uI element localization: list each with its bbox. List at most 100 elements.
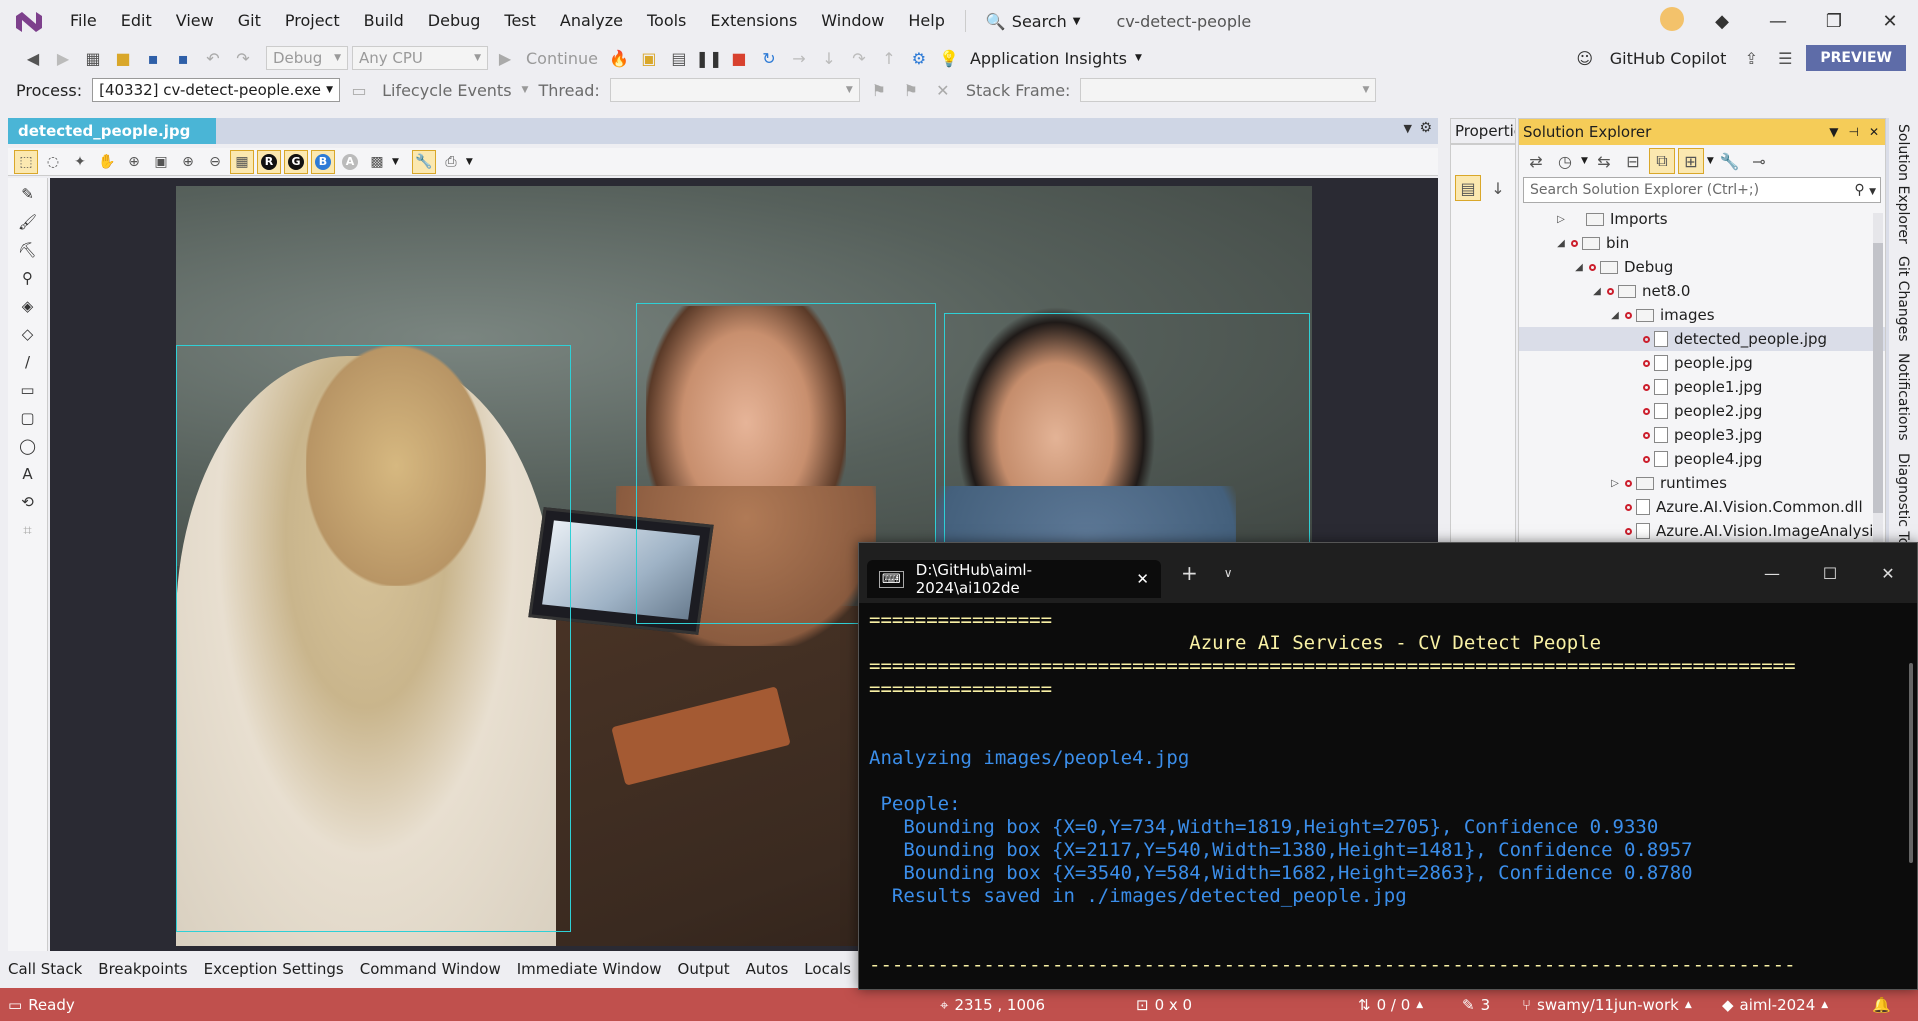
fill-icon[interactable]: ◈ [14,294,42,318]
tree-item[interactable]: people2.jpg [1519,399,1885,423]
expanded-arrow-icon[interactable]: ◢ [1555,238,1567,249]
collapsed-arrow-icon[interactable]: ▷ [1555,214,1567,225]
tab-call-stack[interactable]: Call Stack [0,960,90,978]
close-icon[interactable]: ✕ [1859,564,1917,583]
tree-item[interactable]: ◢ net8.0 [1519,279,1885,303]
terminal-output[interactable]: ================ Azure AI Services - CV … [859,603,1917,983]
back-icon[interactable]: ◀ [20,45,46,71]
close-icon[interactable]: ✕ [1862,11,1918,32]
folder-icon[interactable]: ▣ [636,45,662,71]
alpha-channel-icon[interactable]: A [338,150,362,174]
minimize-icon[interactable]: — [1743,564,1801,583]
airbrush-icon[interactable]: ⛏ [14,238,42,262]
preview-badge[interactable]: PREVIEW [1806,45,1906,71]
tab-detected-people-jpg[interactable]: detected_people.jpg [8,118,216,144]
terminal-window[interactable]: ⌨ D:\GitHub\aiml-2024\ai102de ✕ + ∨ — ☐ … [858,542,1918,990]
selection-icon[interactable]: ⬚ [14,149,38,174]
alphabetical-icon[interactable]: ↓ [1485,175,1511,201]
tab-breakpoints[interactable]: Breakpoints [90,960,195,978]
hot-reload-icon[interactable]: 🔥 [606,45,632,71]
tab-exception-settings[interactable]: Exception Settings [196,960,352,978]
forward-icon[interactable]: ▶ [50,45,76,71]
diamond-icon[interactable]: ◆ [1694,11,1750,32]
tab-locals[interactable]: Locals [796,960,859,978]
lifecycle-events-button[interactable]: Lifecycle Events [378,81,515,100]
tab-autos[interactable]: Autos [738,960,797,978]
menu-build[interactable]: Build [352,5,416,37]
tree-item[interactable]: people.jpg [1519,351,1885,375]
blue-channel-icon[interactable]: B [311,149,335,174]
line-icon[interactable]: / [14,350,42,374]
actual-size-icon[interactable]: ▣ [149,150,173,174]
zoom-in-icon[interactable]: ⊕ [176,150,200,174]
menu-tools[interactable]: Tools [635,5,698,37]
terminal-tab[interactable]: ⌨ D:\GitHub\aiml-2024\ai102de ✕ [867,560,1161,598]
restart-icon[interactable]: ↻ [756,45,782,71]
new-item-icon[interactable]: ▦ [80,45,106,71]
feedback-icon[interactable]: ☰ [1772,45,1798,71]
redo-icon[interactable]: ↷ [230,45,256,71]
settings-gear-icon[interactable]: ⚙ [1419,120,1432,136]
tree-item[interactable]: Azure.AI.Vision.ImageAnalysis [1519,519,1885,543]
step-back-icon[interactable]: ↷ [846,45,872,71]
save-icon[interactable]: ▪ [140,45,166,71]
step-into-icon[interactable]: ↓ [816,45,842,71]
show-all-files-icon[interactable]: ⧉ [1648,148,1675,174]
close-icon[interactable]: ✕ [1869,125,1879,139]
tab-dropdown-icon[interactable]: ∨ [1224,566,1233,580]
tree-item[interactable]: ◢ bin [1519,231,1885,255]
green-channel-icon[interactable]: G [284,149,308,174]
tab-output[interactable]: Output [670,960,738,978]
categorized-icon[interactable]: ▤ [1455,175,1481,201]
scrollbar[interactable] [1873,213,1883,543]
properties-wrench-icon[interactable]: 🔧 [411,149,436,174]
lasso-icon[interactable]: ◌ [41,150,65,174]
filter-icon[interactable]: ⊞ [1677,148,1704,174]
step-over-icon[interactable]: → [786,45,812,71]
expanded-arrow-icon[interactable]: ◢ [1591,286,1603,297]
expanded-arrow-icon[interactable]: ◢ [1609,310,1621,321]
branch-status[interactable]: ⑂ swamy/11jun-work ▲ [1522,996,1722,1014]
stack-frame-dropdown[interactable]: ▼ [1080,78,1377,102]
thread-dropdown[interactable]: ▼ [609,78,860,102]
collapsed-arrow-icon[interactable]: ▷ [1609,478,1621,489]
tree-item[interactable]: Azure.AI.Vision.Common.dll [1519,495,1885,519]
magic-wand-icon[interactable]: ✦ [68,150,92,174]
rotate-icon[interactable]: ⟲ [14,490,42,514]
new-tab-icon[interactable]: + [1181,561,1198,585]
stop-icon[interactable]: ■ [726,45,752,71]
red-channel-icon[interactable]: R [257,149,281,174]
continue-button[interactable]: Continue [522,49,602,68]
search-button[interactable]: 🔍 Search ▼ [974,12,1093,31]
rounded-rectangle-icon[interactable]: ▢ [14,406,42,430]
flag-icon[interactable]: ⚑ [866,77,892,103]
menu-debug[interactable]: Debug [416,5,493,37]
tree-item[interactable]: people3.jpg [1519,423,1885,447]
minimize-icon[interactable]: — [1750,11,1806,32]
platform-dropdown[interactable]: Any CPU ▼ [352,46,488,70]
restore-icon[interactable]: ❐ [1806,11,1862,32]
avatar[interactable] [1650,6,1694,36]
grid-icon[interactable]: ▦ [230,149,254,174]
crop-icon[interactable]: ⌗ [14,518,42,542]
flag-all-icon[interactable]: ⚑ [898,77,924,103]
text-icon[interactable]: A [14,462,42,486]
tab-list-dropdown-icon[interactable]: ▼ [1404,122,1412,135]
pending-edits-status[interactable]: ✎ 3 [1462,996,1522,1014]
tree-item[interactable]: ◢ images [1519,303,1885,327]
lightbulb-icon[interactable]: 💡 [936,45,962,71]
repo-status[interactable]: ◆ aiml-2024 ▲ [1722,996,1872,1014]
eraser-icon[interactable]: ◇ [14,322,42,346]
open-folder-icon[interactable]: ■ [110,45,136,71]
share-icon[interactable]: ⇪ [1738,45,1764,71]
properties-wrench-icon[interactable]: 🔧 [1717,148,1743,174]
history-icon[interactable]: ◷ [1552,148,1578,174]
menu-window[interactable]: Window [809,5,896,37]
menu-extensions[interactable]: Extensions [698,5,809,37]
pin-icon[interactable]: ⊣ [1848,125,1858,139]
rectangle-icon[interactable]: ▭ [14,378,42,402]
menu-project[interactable]: Project [273,5,352,37]
save-all-icon[interactable]: ▪ [170,45,196,71]
side-tab-git-changes[interactable]: Git Changes [1886,249,1917,348]
side-tab-solution-explorer[interactable]: Solution Explorer [1886,118,1917,250]
